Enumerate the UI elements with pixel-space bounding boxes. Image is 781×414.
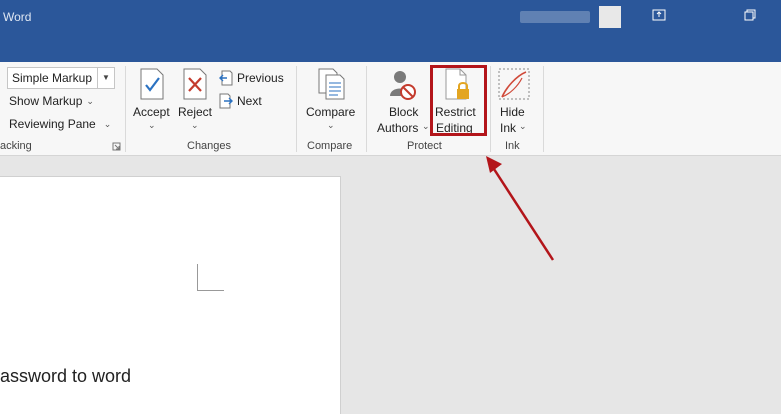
ribbon-display-icon[interactable] <box>652 9 666 21</box>
chevron-down-icon: ⌄ <box>519 121 527 131</box>
previous-icon <box>219 70 233 86</box>
next-icon <box>219 93 233 109</box>
user-name <box>520 11 590 23</box>
previous-button[interactable]: Previous <box>219 68 284 88</box>
chevron-down-icon: ⌄ <box>191 120 199 130</box>
title-bar: Word <box>0 0 781 62</box>
compare-button[interactable]: Compare ⌄ <box>302 65 360 135</box>
app-title: Word <box>3 10 32 24</box>
document-page[interactable]: assword to word <box>0 176 341 414</box>
accept-label: Accept <box>133 105 170 119</box>
changes-group-label: Changes <box>187 140 232 152</box>
annotation-arrow <box>486 156 555 261</box>
dialog-launcher-icon[interactable] <box>112 142 121 151</box>
account-area[interactable] <box>520 6 622 28</box>
chevron-down-icon: ▼ <box>97 68 114 88</box>
next-button[interactable]: Next <box>219 91 262 111</box>
block-authors-icon <box>390 71 416 100</box>
chevron-down-icon: ⌄ <box>422 121 430 131</box>
divider <box>490 66 491 152</box>
margin-corner-mark <box>197 264 224 291</box>
protect-group-label: Protect <box>407 140 442 152</box>
show-markup-label: Show Markup <box>9 94 83 108</box>
markup-select[interactable]: Simple Markup ▼ <box>7 67 115 89</box>
compare-label: Compare <box>306 105 356 119</box>
reject-icon <box>183 68 207 100</box>
compare-group-label: Compare <box>307 140 353 152</box>
chevron-down-icon: ⌄ <box>327 120 335 130</box>
hide-label-line1: Hide <box>500 105 525 119</box>
tracking-group-label: acking <box>0 140 32 152</box>
divider <box>125 66 126 152</box>
block-label-line1: Block <box>389 105 419 119</box>
divider <box>543 66 544 152</box>
chevron-down-icon: ⌄ <box>86 95 94 106</box>
reviewing-pane-label: Reviewing Pane <box>9 117 96 131</box>
block-authors-button[interactable]: Block Authors ⌄ <box>372 65 430 137</box>
reject-label: Reject <box>178 105 213 119</box>
divider <box>296 66 297 152</box>
next-label: Next <box>237 94 262 108</box>
document-area: assword to word <box>0 156 781 414</box>
document-text[interactable]: assword to word <box>0 366 131 387</box>
accept-button[interactable]: Accept ⌄ <box>130 65 174 137</box>
highlight-box <box>430 65 487 136</box>
reviewing-pane-button[interactable]: Reviewing Pane ⌄ <box>0 114 111 134</box>
hide-ink-button[interactable]: Hide Ink ⌄ <box>494 65 538 137</box>
avatar <box>599 6 622 28</box>
accept-icon <box>140 68 164 100</box>
divider <box>366 66 367 152</box>
previous-label: Previous <box>237 71 284 85</box>
hide-ink-icon <box>498 68 530 100</box>
compare-icon <box>318 68 345 100</box>
block-label-line2: Authors <box>377 121 419 135</box>
restore-icon[interactable] <box>744 9 758 21</box>
show-markup-button[interactable]: Show Markup ⌄ <box>0 91 94 111</box>
markup-select-value: Simple Markup <box>12 71 93 85</box>
chevron-down-icon: ⌄ <box>103 118 112 129</box>
chevron-down-icon: ⌄ <box>148 120 156 130</box>
ribbon: Simple Markup ▼ Show Markup ⌄ Reviewing … <box>0 62 781 156</box>
reject-button[interactable]: Reject ⌄ <box>175 65 215 137</box>
hide-label-line2: Ink <box>500 121 517 135</box>
